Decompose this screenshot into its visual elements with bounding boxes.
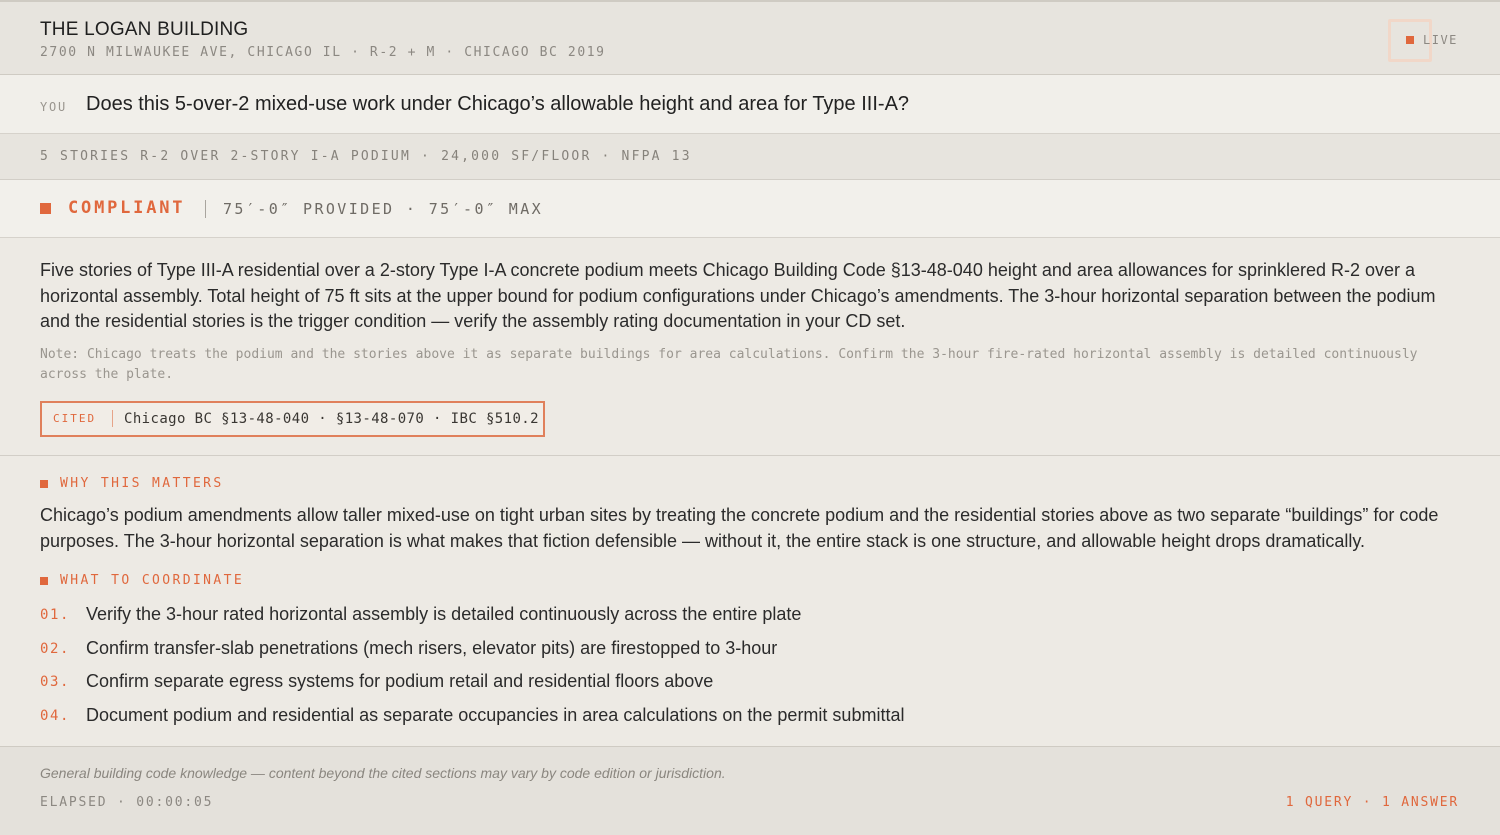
coordinate-heading-label: WHAT TO COORDINATE [60,573,245,588]
answer-note: Note: Chicago treats the podium and the … [40,347,1418,382]
elapsed-timer: ELAPSED · 00:00:05 [40,795,214,810]
context-section: WHY THIS MATTERS Chicago’s podium amendm… [0,456,1500,746]
footer: General building code knowledge — conten… [0,746,1500,835]
project-specs: 5 STORIES R-2 OVER 2-STORY I-A PODIUM · … [40,149,692,164]
cited-label: CITED [53,412,97,425]
speaker-label: YOU [40,100,68,114]
live-label: LIVE [1423,33,1458,47]
list-item-text: Confirm separate egress systems for podi… [86,671,714,692]
list-item-text: Verify the 3-hour rated horizontal assem… [86,604,802,624]
project-header: THE LOGAN BUILDING 2700 N MILWAUKEE AVE,… [0,0,1500,75]
list-item-number: 04. [40,708,71,725]
cited-divider [112,410,113,427]
list-item-number: 02. [40,640,71,657]
verdict-row: COMPLIANT 75′-0″ PROVIDED · 75′-0″ MAX [0,180,1500,238]
session-stats: 1 QUERY · 1 ANSWER [1285,795,1459,810]
user-question-row: YOU Does this 5-over-2 mixed-use work un… [0,75,1500,134]
list-item-text: Document podium and residential as separ… [86,705,905,726]
list-item: 02. Confirm transfer-slab penetrations (… [40,636,1460,670]
why-square-icon [40,480,48,488]
list-item-text: Confirm transfer-slab penetrations (mech… [86,637,778,658]
list-item: 04. Document podium and residential as s… [40,703,1460,737]
disclaimer: General building code knowledge — conten… [40,765,726,781]
list-item-number: 03. [40,674,71,691]
answer-body: Five stories of Type III-A residential o… [40,260,1436,331]
list-item: 01. Verify the 3-hour rated horizontal a… [40,602,1460,636]
verdict-status: COMPLIANT [68,198,186,218]
user-question: Does this 5-over-2 mixed-use work under … [86,93,910,115]
list-item-number: 01. [40,607,71,623]
why-body: Chicago’s podium amendments allow taller… [40,505,1439,551]
building-subtitle: 2700 N MILWAUKEE AVE, CHICAGO IL · R-2 +… [40,45,606,60]
coordinate-list: 01. Verify the 3-hour rated horizontal a… [40,602,1460,737]
building-title: THE LOGAN BUILDING [40,19,249,40]
citations-box: CITED Chicago BC §13-48-040 · §13-48-070… [40,401,545,437]
cited-references: Chicago BC §13-48-040 · §13-48-070 · IBC… [124,411,539,427]
coordinate-square-icon [40,577,48,585]
verdict-detail: 75′-0″ PROVIDED · 75′-0″ MAX [223,200,544,218]
project-specs-row: 5 STORIES R-2 OVER 2-STORY I-A PODIUM · … [0,134,1500,180]
why-heading-label: WHY THIS MATTERS [60,476,224,491]
live-dot-icon [1406,36,1414,44]
status-square-icon [40,203,51,214]
list-item: 03. Confirm separate egress systems for … [40,669,1460,703]
verdict-divider [205,200,206,218]
answer-section: Five stories of Type III-A residential o… [0,238,1500,456]
